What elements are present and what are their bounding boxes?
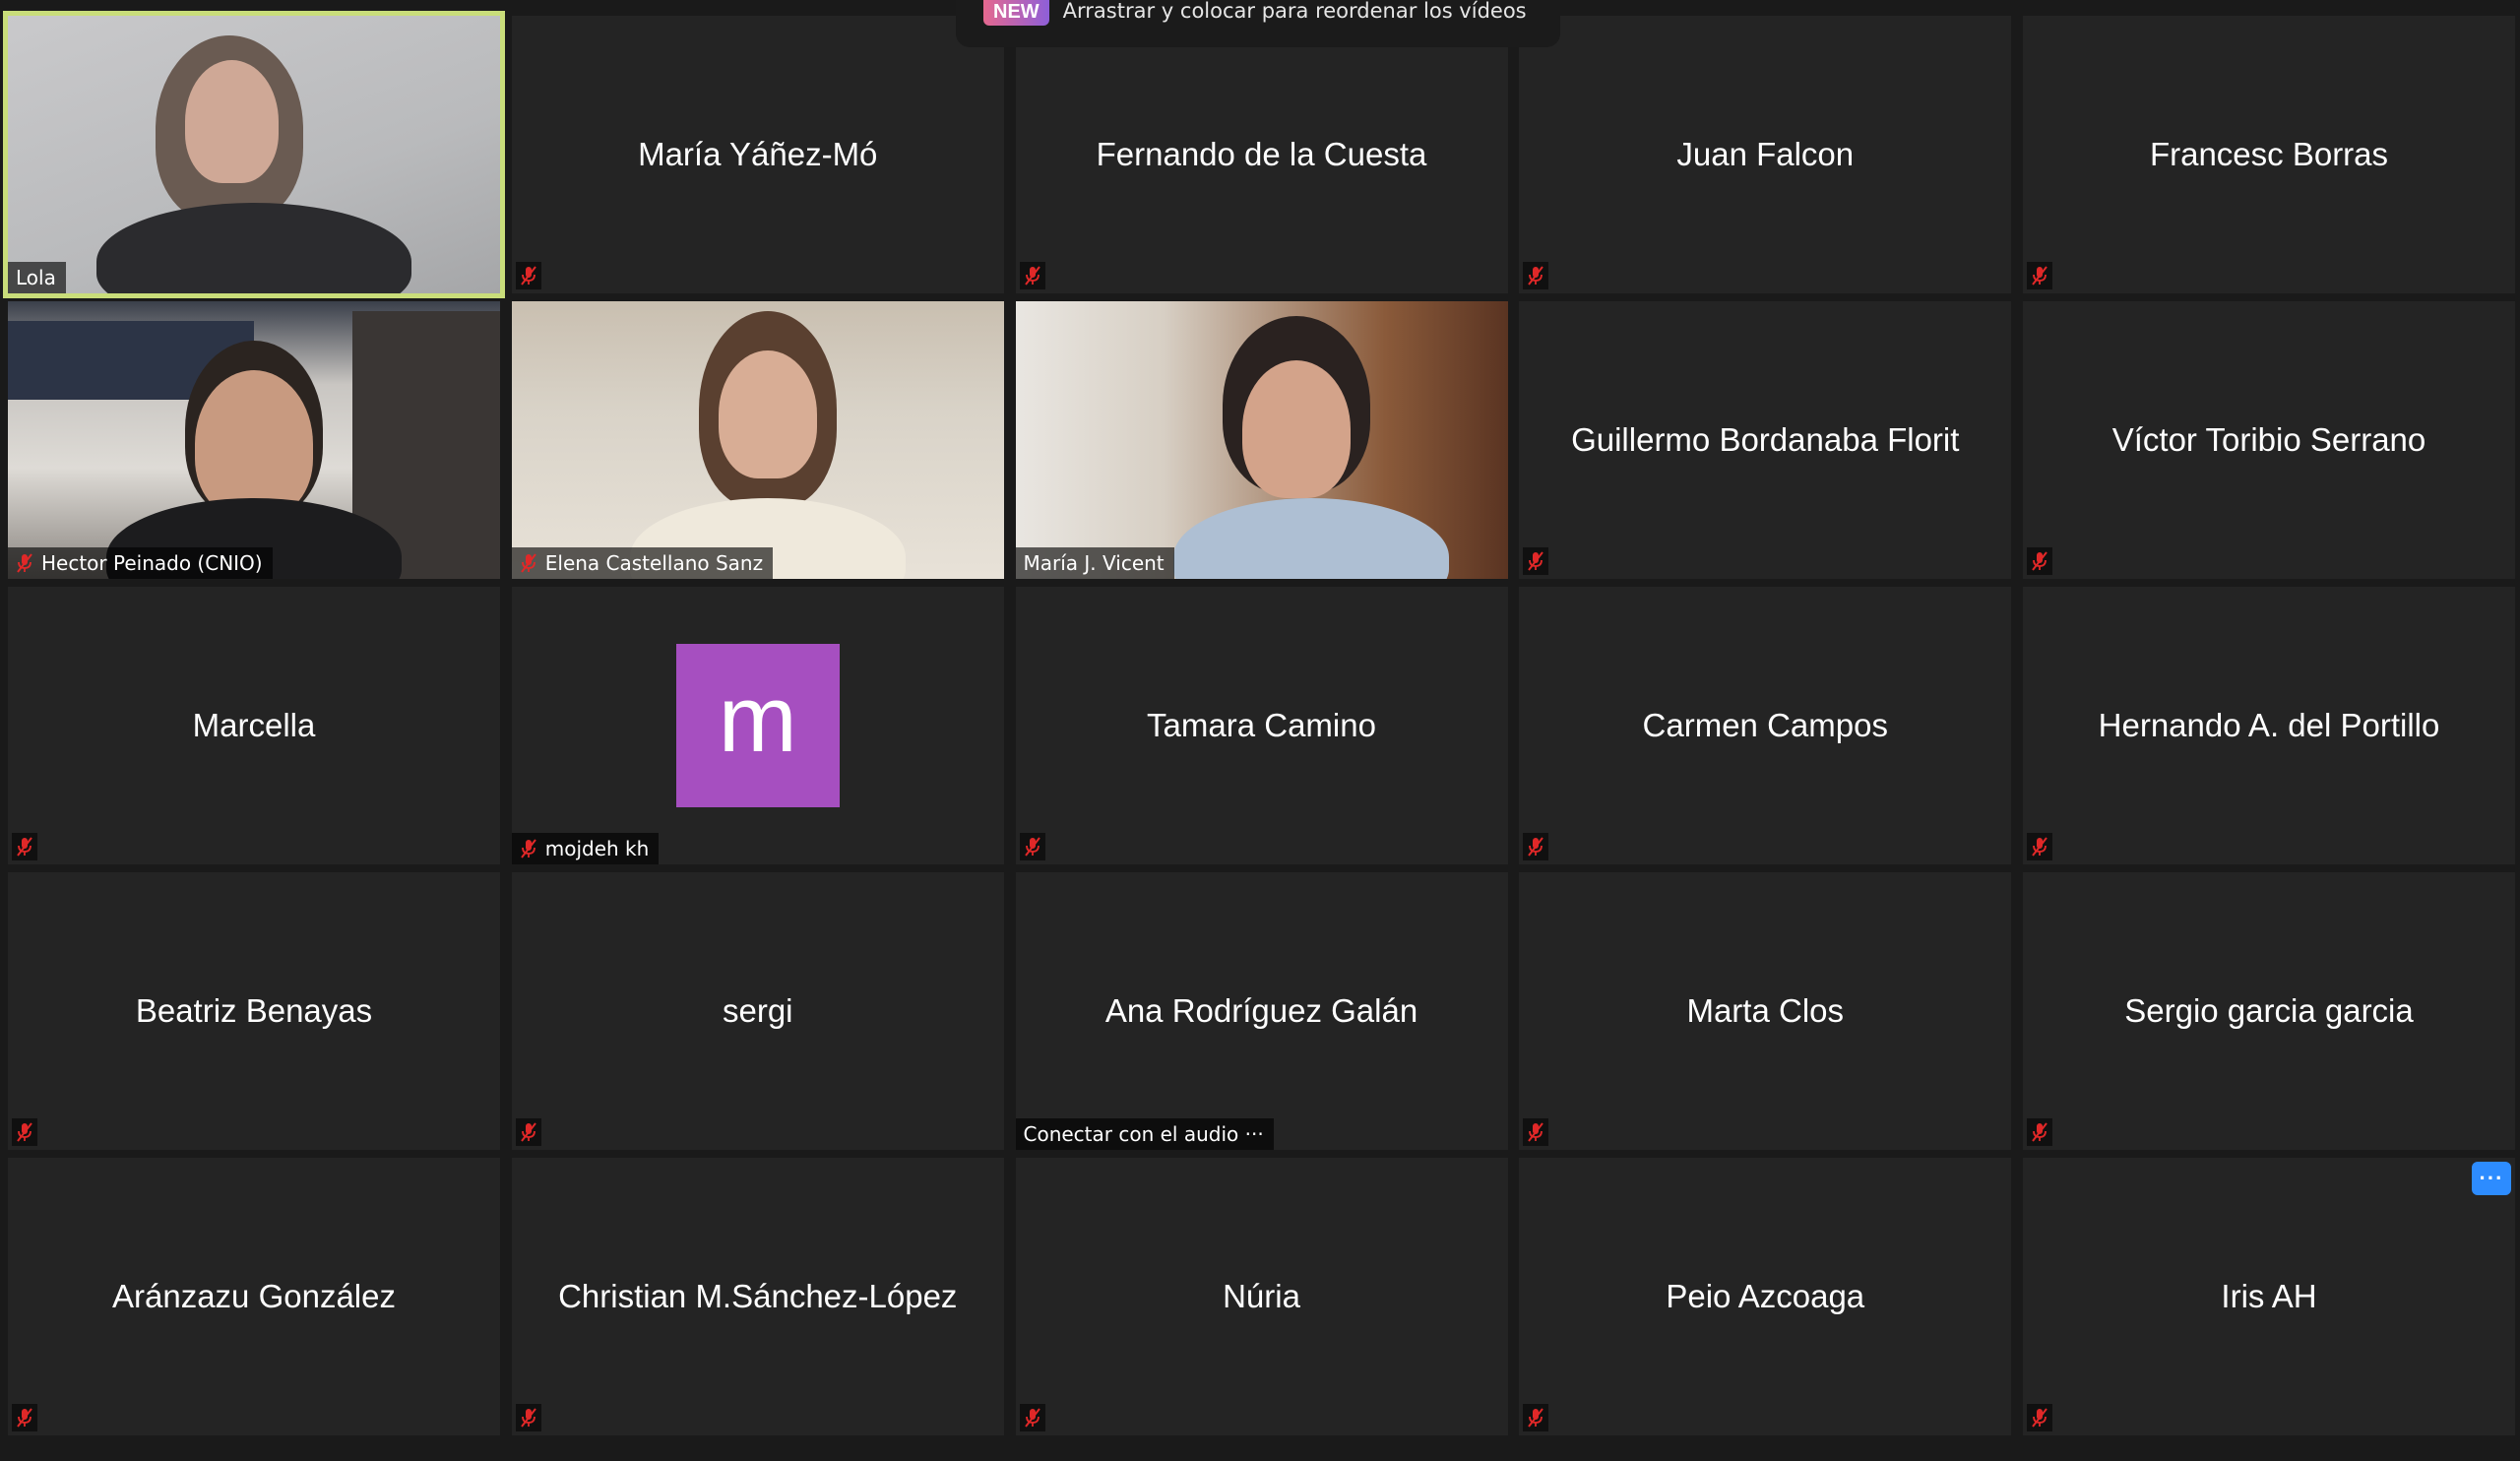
muted-mic-icon: [520, 839, 536, 858]
participant-tile-lola[interactable]: Lola: [3, 11, 505, 298]
participant-name: Aránzazu González: [112, 1278, 396, 1314]
participant-tile[interactable]: Marcella: [8, 587, 500, 864]
muted-mic-icon: [2027, 1118, 2052, 1146]
participant-name: Beatriz Benayas: [135, 992, 373, 1029]
participant-tile[interactable]: Christian M.Sánchez-López: [511, 1158, 1004, 1435]
participant-tile[interactable]: Carmen Campos: [1519, 587, 2012, 864]
reorder-notice: NEW Arrastrar y colocar para reordenar l…: [956, 0, 1560, 47]
participant-name: Francesc Borras: [2149, 136, 2389, 172]
participant-name-label: Lola: [8, 262, 66, 293]
participant-tile[interactable]: Aránzazu González: [8, 1158, 500, 1435]
participant-name: Marta Clos: [1686, 992, 1845, 1029]
video-feed: [8, 16, 500, 293]
muted-mic-icon: [1523, 547, 1549, 575]
participant-tile[interactable]: Sergio garcia garcia: [2023, 872, 2515, 1150]
participant-tile[interactable]: Peio Azcoaga: [1519, 1158, 2012, 1435]
participant-name: María Yáñez-Mó: [638, 136, 878, 172]
participant-tile[interactable]: Juan Falcon: [1519, 16, 2012, 293]
participant-tile[interactable]: Beatriz Benayas: [8, 872, 500, 1150]
participant-tile[interactable]: Marta Clos: [1519, 872, 2012, 1150]
participant-tile[interactable]: Elena Castellano Sanz: [511, 301, 1004, 579]
participant-name: sergi: [722, 992, 793, 1029]
gallery-view: Lola María Yáñez-Mó Fernando de la Cuest…: [0, 0, 2520, 1461]
muted-mic-icon: [12, 1118, 37, 1146]
video-feed: [8, 301, 500, 579]
participant-tile[interactable]: Tamara Camino: [1015, 587, 1508, 864]
participant-tile[interactable]: Núria: [1015, 1158, 1508, 1435]
participant-name: Núria: [1223, 1278, 1300, 1314]
muted-mic-icon: [1019, 262, 1045, 289]
participant-tile[interactable]: Fernando de la Cuesta: [1015, 16, 1508, 293]
muted-mic-icon: [1523, 1118, 1549, 1146]
muted-mic-icon: [1523, 833, 1549, 860]
participant-tile[interactable]: Iris AH ···: [2023, 1158, 2515, 1435]
participant-name: Peio Azcoaga: [1666, 1278, 1865, 1314]
participant-tile[interactable]: María J. Vicent: [1015, 301, 1508, 579]
video-feed: [511, 301, 1004, 579]
participant-name: Tamara Camino: [1147, 707, 1376, 743]
participant-tile[interactable]: Ana Rodríguez Galán Conectar con el audi…: [1015, 872, 1508, 1150]
muted-mic-icon: [515, 262, 541, 289]
more-options-button[interactable]: ···: [2472, 1162, 2511, 1195]
avatar: m: [675, 644, 840, 807]
muted-mic-icon: [515, 1118, 541, 1146]
muted-mic-icon: [1019, 833, 1045, 860]
participant-name: Víctor Toribio Serrano: [2111, 421, 2426, 458]
participant-tile[interactable]: m mojdeh kh: [511, 587, 1004, 864]
participant-name: Guillermo Bordanaba Florit: [1571, 421, 1960, 458]
participant-name: Carmen Campos: [1642, 707, 1888, 743]
participant-name: Marcella: [192, 707, 316, 743]
participant-tile[interactable]: Hector Peinado (CNIO): [8, 301, 500, 579]
participant-name: Fernando de la Cuesta: [1096, 136, 1427, 172]
participant-tile[interactable]: Hernando A. del Portillo: [2023, 587, 2515, 864]
participant-tile[interactable]: Francesc Borras: [2023, 16, 2515, 293]
participant-name-label: mojdeh kh: [511, 833, 660, 864]
participant-tile[interactable]: sergi: [511, 872, 1004, 1150]
muted-mic-icon: [12, 833, 37, 860]
muted-mic-icon: [2027, 547, 2052, 575]
participant-name-label: Elena Castellano Sanz: [511, 547, 774, 579]
participant-tile[interactable]: María Yáñez-Mó: [511, 16, 1004, 293]
participant-grid: Lola María Yáñez-Mó Fernando de la Cuest…: [3, 11, 2515, 1443]
participant-name: Ana Rodríguez Galán: [1104, 992, 1418, 1029]
new-badge: NEW: [983, 0, 1049, 26]
muted-mic-icon: [1019, 1404, 1045, 1431]
muted-mic-icon: [520, 553, 536, 573]
connect-audio-label[interactable]: Conectar con el audio ···: [1015, 1118, 1274, 1150]
muted-mic-icon: [2027, 262, 2052, 289]
muted-mic-icon: [2027, 833, 2052, 860]
muted-mic-icon: [1523, 262, 1549, 289]
participant-name: Juan Falcon: [1676, 136, 1855, 172]
participant-name: Iris AH: [2221, 1278, 2317, 1314]
participant-tile[interactable]: Guillermo Bordanaba Florit: [1519, 301, 2012, 579]
muted-mic-icon: [12, 1404, 37, 1431]
muted-mic-icon: [17, 553, 32, 573]
video-feed: [1015, 301, 1508, 579]
participant-name-label: Hector Peinado (CNIO): [8, 547, 273, 579]
participant-name: Hernando A. del Portillo: [2098, 707, 2440, 743]
notice-text: Arrastrar y colocar para reordenar los v…: [1062, 0, 1527, 23]
participant-name-label: María J. Vicent: [1015, 547, 1174, 579]
muted-mic-icon: [2027, 1404, 2052, 1431]
participant-tile[interactable]: Víctor Toribio Serrano: [2023, 301, 2515, 579]
muted-mic-icon: [1523, 1404, 1549, 1431]
muted-mic-icon: [515, 1404, 541, 1431]
participant-name: Christian M.Sánchez-López: [558, 1278, 958, 1314]
participant-name: Sergio garcia garcia: [2124, 992, 2414, 1029]
